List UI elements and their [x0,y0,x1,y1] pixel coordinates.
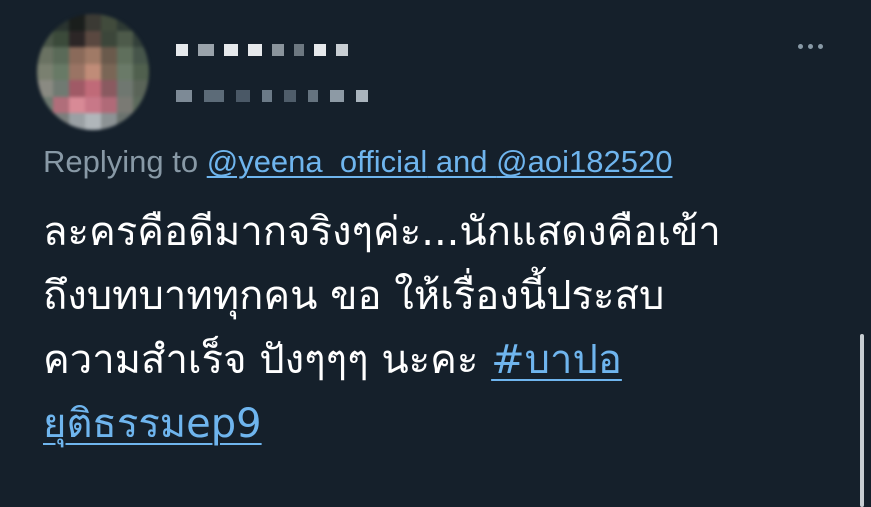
tweet-line-3-text: ความสำเร็จ ปังๆๆๆ นะคะ [43,337,492,383]
hashtag-link[interactable]: #บาปอ [491,337,622,383]
tweet-line-2: ถึงบทบาททุกคน ขอ ให้เรื่องนี้ประสบ [43,273,665,319]
tweet-line-1: ละครคือดีมากจริงๆค่ะ...นักแสดงคือเข้า [43,209,721,255]
hashtag-link-continued[interactable]: ยุติธรรมep9 [43,401,262,447]
scrollbar[interactable] [860,334,864,507]
replying-to: Replying to @yeena_official and @aoi1825… [43,142,672,182]
tweet-text: ละครคือดีมากจริงๆค่ะ...นักแสดงคือเข้า ถึ… [43,200,813,456]
avatar[interactable] [37,14,149,130]
tweet-line-3: ความสำเร็จ ปังๆๆๆ นะคะ #บาปอ [43,328,813,392]
more-horizontal-icon [807,43,813,49]
replying-prefix: Replying to [43,144,207,179]
display-name[interactable] [176,40,348,60]
more-horizontal-icon [817,43,823,49]
tweet-line-4: ยุติธรรมep9 [43,392,813,456]
mention-joiner[interactable]: and [427,144,496,179]
mention-link-yeena[interactable]: @yeena_official [207,144,427,179]
more-options-button[interactable] [793,36,827,56]
mention-link-aoi[interactable]: @aoi182520 [496,144,672,179]
username-handle[interactable] [176,86,368,106]
more-horizontal-icon [797,43,803,49]
